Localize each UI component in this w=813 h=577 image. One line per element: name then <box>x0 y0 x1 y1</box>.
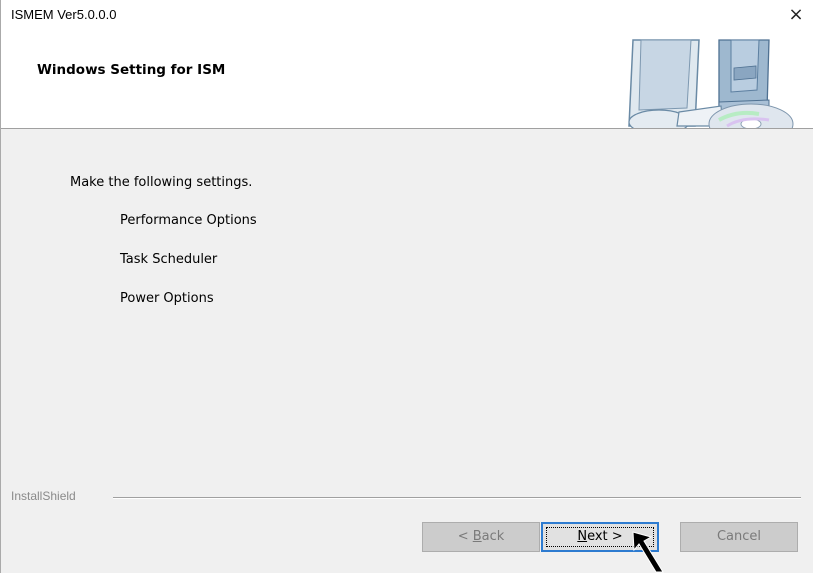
installer-dialog: ISMEM Ver5.0.0.0 × Windows Setting for I… <box>0 0 813 573</box>
back-prefix: < <box>457 529 473 544</box>
back-rest: ack <box>481 529 505 544</box>
option-power-options: Power Options <box>120 291 214 306</box>
window-title: ISMEM Ver5.0.0.0 <box>11 7 117 22</box>
mouse-pointer-icon <box>629 528 689 573</box>
back-mnemonic: B <box>472 529 482 544</box>
footer-divider <box>113 497 801 499</box>
computer-setup-icon <box>619 30 813 128</box>
cancel-button[interactable]: Cancel <box>680 522 798 552</box>
installshield-brand: InstallShield <box>11 489 76 503</box>
back-button[interactable]: < Back <box>422 522 540 552</box>
close-icon[interactable]: × <box>784 4 808 26</box>
intro-text: Make the following settings. <box>70 175 253 190</box>
title-bar[interactable]: ISMEM Ver5.0.0.0 × <box>1 0 813 30</box>
header-title: Windows Setting for ISM <box>37 62 226 78</box>
option-task-scheduler: Task Scheduler <box>120 252 218 267</box>
wizard-header: Windows Setting for ISM <box>1 30 813 129</box>
option-performance-options: Performance Options <box>120 213 257 228</box>
content-panel: Make the following settings. Performance… <box>1 129 813 495</box>
